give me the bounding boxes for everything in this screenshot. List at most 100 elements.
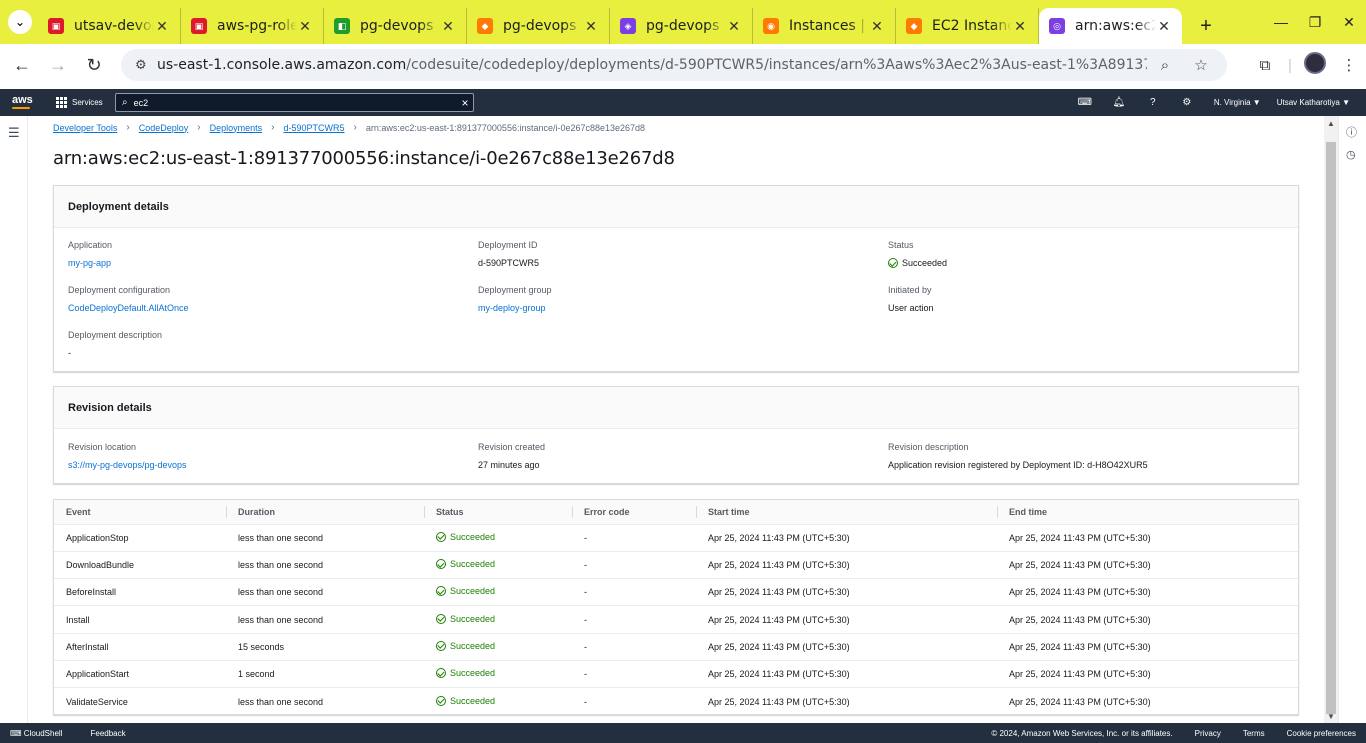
cell-end-time: Apr 25, 2024 11:43 PM (UTC+5:30) (997, 578, 1298, 607)
cookie-preferences-link[interactable]: Cookie preferences (1287, 729, 1356, 738)
table-row: ApplicationStart 1 second Succeeded - Apr 25… (54, 660, 1298, 689)
aws-logo[interactable]: aws (12, 95, 42, 109)
deployment-description-value: - (68, 348, 71, 358)
chevron-right-icon: › (197, 122, 201, 133)
account-menu[interactable]: Utsav Katharotiya ▼ (1277, 98, 1350, 107)
cloudshell-icon[interactable]: ⌨ (1068, 97, 1102, 108)
application-link[interactable]: my-pg-app (68, 258, 112, 268)
tab-close-icon[interactable]: ✕ (154, 18, 170, 35)
aws-nav-right: ⌨ 🔔︎ ? ⚙ N. Virginia ▼ Utsav Katharotiya… (1068, 89, 1356, 116)
window-controls: — ❐ ✕ (1264, 0, 1366, 44)
services-menu[interactable]: Services (56, 97, 103, 108)
scroll-up-arrow-icon[interactable]: ▲ (1327, 119, 1335, 128)
terms-link[interactable]: Terms (1243, 729, 1265, 738)
url-path: /codesuite/codedeploy/deployments/d-590P… (406, 57, 1147, 73)
chevron-right-icon: › (353, 122, 357, 133)
region-selector[interactable]: N. Virginia ▼ (1214, 98, 1261, 107)
deployment-group-field: Deployment group my-deploy-group (478, 285, 552, 313)
column-header-event[interactable]: Event (54, 500, 226, 525)
forward-icon[interactable]: → (40, 55, 76, 76)
tab-close-icon[interactable]: ✕ (440, 18, 456, 35)
clear-search-icon[interactable]: × (457, 96, 473, 110)
browser-tab[interactable]: ▣ aws-pg-role |✕ (181, 8, 324, 44)
tab-close-icon[interactable]: ✕ (726, 18, 742, 35)
maximize-icon[interactable]: ❐ (1298, 14, 1332, 31)
reload-icon[interactable]: ↻ (76, 55, 112, 76)
status-badge: Succeeded (436, 558, 495, 569)
tab-search-icon[interactable]: ⌄ (8, 10, 32, 34)
lifecycle-events-table-panel: Event Duration Status Error code Start t… (53, 499, 1299, 715)
tab-close-icon[interactable]: ✕ (1156, 18, 1172, 35)
column-header-error-code[interactable]: Error code (572, 500, 696, 525)
aws-search-box[interactable]: ⌕ × (115, 93, 474, 112)
settings-gear-icon[interactable]: ⚙ (1170, 97, 1204, 108)
cell-error-code: - (572, 524, 696, 552)
close-window-icon[interactable]: ✕ (1332, 14, 1366, 31)
back-icon[interactable]: ← (4, 55, 40, 76)
browser-tab[interactable]: ◉ Instances | EC✕ (753, 8, 896, 44)
tab-title: aws-pg-role | (217, 18, 297, 34)
table-row: ValidateService less than one second Succe… (54, 688, 1298, 715)
scrollbar[interactable]: ▲ ▼ (1324, 116, 1338, 723)
cell-duration: 1 second (226, 660, 424, 689)
grid-icon (56, 97, 67, 108)
browser-tab[interactable]: ▣ utsav-devops-✕ (38, 8, 181, 44)
info-icon[interactable]: ⓘ (1346, 124, 1357, 140)
browser-tab[interactable]: ◆ pg-devops - C✕ (467, 8, 610, 44)
scrollbar-thumb[interactable] (1326, 142, 1336, 714)
status-badge: Succeeded (436, 640, 495, 651)
tab-close-icon[interactable]: ✕ (297, 18, 313, 35)
url-host: us-east-1.console.aws.amazon.com (157, 57, 407, 73)
extensions-icon[interactable]: ⧉ (1248, 57, 1282, 74)
deployment-group-link[interactable]: my-deploy-group (478, 303, 552, 313)
profile-avatar[interactable] (1298, 52, 1332, 78)
history-icon[interactable]: ◷ (1346, 148, 1356, 161)
privacy-link[interactable]: Privacy (1195, 729, 1221, 738)
cell-error-code: - (572, 578, 696, 607)
breadcrumb-codedeploy[interactable]: CodeDeploy (139, 123, 189, 133)
deployment-configuration-link[interactable]: CodeDeployDefault.AllAtOnce (68, 303, 189, 313)
column-header-status[interactable]: Status (424, 500, 572, 525)
browser-tab[interactable]: ◎ arn:aws:ec2:u✕ (1039, 8, 1182, 44)
feedback-link[interactable]: Feedback (90, 729, 125, 738)
breadcrumb-developer-tools[interactable]: Developer Tools (53, 123, 117, 133)
cell-end-time: Apr 25, 2024 11:43 PM (UTC+5:30) (997, 551, 1298, 580)
breadcrumb-deployment-id[interactable]: d-590PTCWR5 (283, 123, 344, 133)
breadcrumb-deployments[interactable]: Deployments (210, 123, 263, 133)
bookmark-star-icon[interactable]: ☆ (1183, 56, 1219, 74)
check-circle-icon (436, 640, 446, 651)
tab-close-icon[interactable]: ✕ (583, 18, 599, 35)
minimize-icon[interactable]: — (1264, 14, 1298, 30)
cell-duration: less than one second (226, 578, 424, 607)
hamburger-menu-icon[interactable]: ☰ (8, 125, 20, 141)
cloudshell-button[interactable]: ⌨ CloudShell (10, 729, 76, 738)
revision-location-link[interactable]: s3://my-pg-devops/pg-devops (68, 460, 187, 470)
search-input[interactable] (133, 97, 457, 108)
cell-status: Succeeded (424, 660, 572, 689)
column-header-start-time[interactable]: Start time (696, 500, 997, 525)
tab-list: ▣utsav-devops-✕▣aws-pg-role |✕◧pg-devops… (38, 0, 1182, 44)
tab-favicon-icon: ◧ (334, 18, 350, 34)
scroll-down-arrow-icon[interactable]: ▼ (1327, 712, 1335, 721)
tab-close-icon[interactable]: ✕ (1012, 18, 1028, 35)
tab-close-icon[interactable]: ✕ (869, 18, 885, 35)
address-bar[interactable]: ⚙ us-east-1.console.aws.amazon.com/codes… (121, 49, 1227, 81)
breadcrumb: Developer Tools › CodeDeploy › Deployments… (53, 122, 645, 133)
column-header-end-time[interactable]: End time (997, 500, 1298, 525)
help-icon[interactable]: ? (1136, 97, 1170, 108)
new-tab-button[interactable]: + (1192, 12, 1220, 40)
check-circle-icon (888, 258, 898, 268)
browser-tab[interactable]: ◈ pg-devops | A✕ (610, 8, 753, 44)
aws-top-nav: aws Services ⌕ × ⌨ 🔔︎ ? ⚙ N. Virginia ▼ … (0, 89, 1366, 116)
browser-tab[interactable]: ◆ EC2 Instance✕ (896, 8, 1039, 44)
browser-menu-icon[interactable]: ⋮ (1332, 56, 1366, 74)
site-info-icon[interactable]: ⚙ (135, 57, 157, 73)
revision-details-heading: Revision details (54, 387, 1298, 429)
notifications-bell-icon[interactable]: 🔔︎ (1102, 97, 1136, 108)
browser-tab[interactable]: ◧ pg-devops | A✕ (324, 8, 467, 44)
column-header-duration[interactable]: Duration (226, 500, 424, 525)
zoom-search-icon[interactable]: ⌕ (1147, 57, 1183, 74)
deployment-id-label: Deployment ID (478, 240, 538, 250)
table-row: ApplicationStop less than one second Succe… (54, 524, 1298, 552)
url-text[interactable]: us-east-1.console.aws.amazon.com/codesui… (157, 57, 1147, 73)
